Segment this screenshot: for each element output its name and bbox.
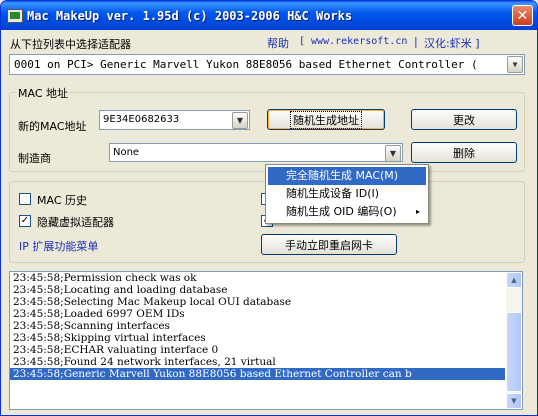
change-button[interactable]: 更改 bbox=[411, 109, 517, 130]
log-line[interactable]: 23:45:58;Scanning interfaces bbox=[10, 320, 505, 332]
restart-nic-button[interactable]: 手动立即重启网卡 bbox=[261, 234, 397, 255]
remove-button[interactable]: 删除 bbox=[411, 142, 517, 163]
instruction-label: 从下拉列表中选择适配器 bbox=[10, 38, 131, 51]
ip-extension-menu-link[interactable]: IP 扩展功能菜单 bbox=[19, 238, 98, 254]
app-icon bbox=[7, 8, 23, 23]
adapter-select[interactable]: 0001 on PCI> Generic Marvell Yukon 88E80… bbox=[9, 54, 525, 75]
scroll-down-arrow[interactable]: ▼ bbox=[506, 393, 522, 409]
scroll-up-arrow[interactable]: ▲ bbox=[506, 272, 522, 288]
new-mac-value: 9E34E0682633 bbox=[103, 114, 180, 125]
hide-virtual-checkbox[interactable]: ✓ bbox=[19, 215, 31, 227]
hide-virtual-label: 隐藏虚拟适配器 bbox=[37, 216, 114, 229]
change-label: 更改 bbox=[453, 113, 475, 127]
mac-history-label: MAC 历史 bbox=[37, 194, 87, 207]
random-mac-label: 随机生成地址 bbox=[290, 110, 362, 129]
log-line[interactable]: 23:45:58;Generic Marvell Yukon 88E8056 b… bbox=[10, 368, 505, 380]
scroll-thumb[interactable] bbox=[506, 312, 522, 392]
log-line[interactable]: 23:45:58;Permission check was ok bbox=[10, 272, 505, 284]
log-line[interactable]: 23:45:58;Found 24 network interfaces, 21… bbox=[10, 356, 505, 368]
arrow-down-icon: ▼ bbox=[511, 397, 517, 405]
vertical-scrollbar[interactable]: ▲ ▼ bbox=[506, 272, 522, 409]
log-line[interactable]: 23:45:58;Selecting Mac Makeup local OUI … bbox=[10, 296, 505, 308]
menu-item-random-device-id[interactable]: 随机生成设备 ID(I) bbox=[268, 185, 426, 203]
random-mac-button[interactable]: 随机生成地址 bbox=[267, 109, 385, 130]
submenu-arrow-icon: ▸ bbox=[415, 207, 420, 216]
website-link[interactable]: [ www.rekersoft.cn bbox=[299, 36, 407, 47]
mac-history-checkbox[interactable] bbox=[19, 193, 31, 205]
chevron-down-icon[interactable]: ▼ bbox=[232, 112, 248, 129]
mac-group-title: MAC 地址 bbox=[16, 85, 70, 101]
arrow-up-icon: ▲ bbox=[511, 276, 517, 284]
log-list[interactable]: 23:45:58;Permission check was ok 23:45:58… bbox=[9, 271, 523, 410]
random-context-menu: 完全随机生成 MAC(M) 随机生成设备 ID(I) 随机生成 OID 编码(O… bbox=[265, 164, 429, 224]
chevron-down-icon[interactable]: ▼ bbox=[385, 145, 401, 161]
menu-item-label: 随机生成设备 ID(I) bbox=[286, 187, 380, 200]
manufacturer-select[interactable]: None ▼ bbox=[109, 143, 403, 162]
header-separator: | bbox=[414, 35, 418, 48]
menu-item-label: 随机生成 OID 编码(O) bbox=[286, 205, 397, 218]
chevron-down-icon[interactable]: ▼ bbox=[507, 56, 523, 73]
log-lines: 23:45:58;Permission check was ok 23:45:58… bbox=[10, 272, 522, 380]
remove-label: 删除 bbox=[453, 146, 475, 160]
check-icon: ✓ bbox=[20, 215, 30, 226]
app-window: Mac MakeUp ver. 1.95d (c) 2003-2006 H&C … bbox=[0, 0, 538, 416]
manufacturer-label: 制造商 bbox=[18, 152, 51, 165]
title-bar[interactable]: Mac MakeUp ver. 1.95d (c) 2003-2006 H&C … bbox=[1, 1, 537, 30]
log-line[interactable]: 23:45:58;Loaded 6997 OEM IDs bbox=[10, 308, 505, 320]
menu-item-random-oid[interactable]: 随机生成 OID 编码(O) ▸ bbox=[268, 203, 426, 221]
restart-nic-label: 手动立即重启网卡 bbox=[285, 238, 373, 252]
window-title: Mac MakeUp ver. 1.95d (c) 2003-2006 H&C … bbox=[27, 8, 353, 23]
manufacturer-value: None bbox=[113, 147, 140, 158]
close-button[interactable]: ✕ bbox=[512, 5, 533, 26]
close-icon: ✕ bbox=[516, 7, 529, 24]
new-mac-input[interactable]: 9E34E0682633 ▼ bbox=[99, 110, 250, 130]
log-line[interactable]: 23:45:58;Locating and loading database bbox=[10, 284, 505, 296]
help-link[interactable]: 帮助 bbox=[267, 35, 289, 51]
new-mac-label: 新的MAC地址 bbox=[18, 120, 87, 133]
translation-credit: 汉化:虾米 ] bbox=[424, 37, 480, 50]
log-line[interactable]: 23:45:58;ECHAR valuating interface 0 bbox=[10, 344, 505, 356]
log-line[interactable]: 23:45:58;Skipping virtual interfaces bbox=[10, 332, 505, 344]
adapter-selected-value: 0001 on PCI> Generic Marvell Yukon 88E80… bbox=[14, 58, 478, 71]
menu-item-label: 完全随机生成 MAC(M) bbox=[286, 169, 399, 182]
menu-item-full-random-mac[interactable]: 完全随机生成 MAC(M) bbox=[268, 167, 426, 185]
